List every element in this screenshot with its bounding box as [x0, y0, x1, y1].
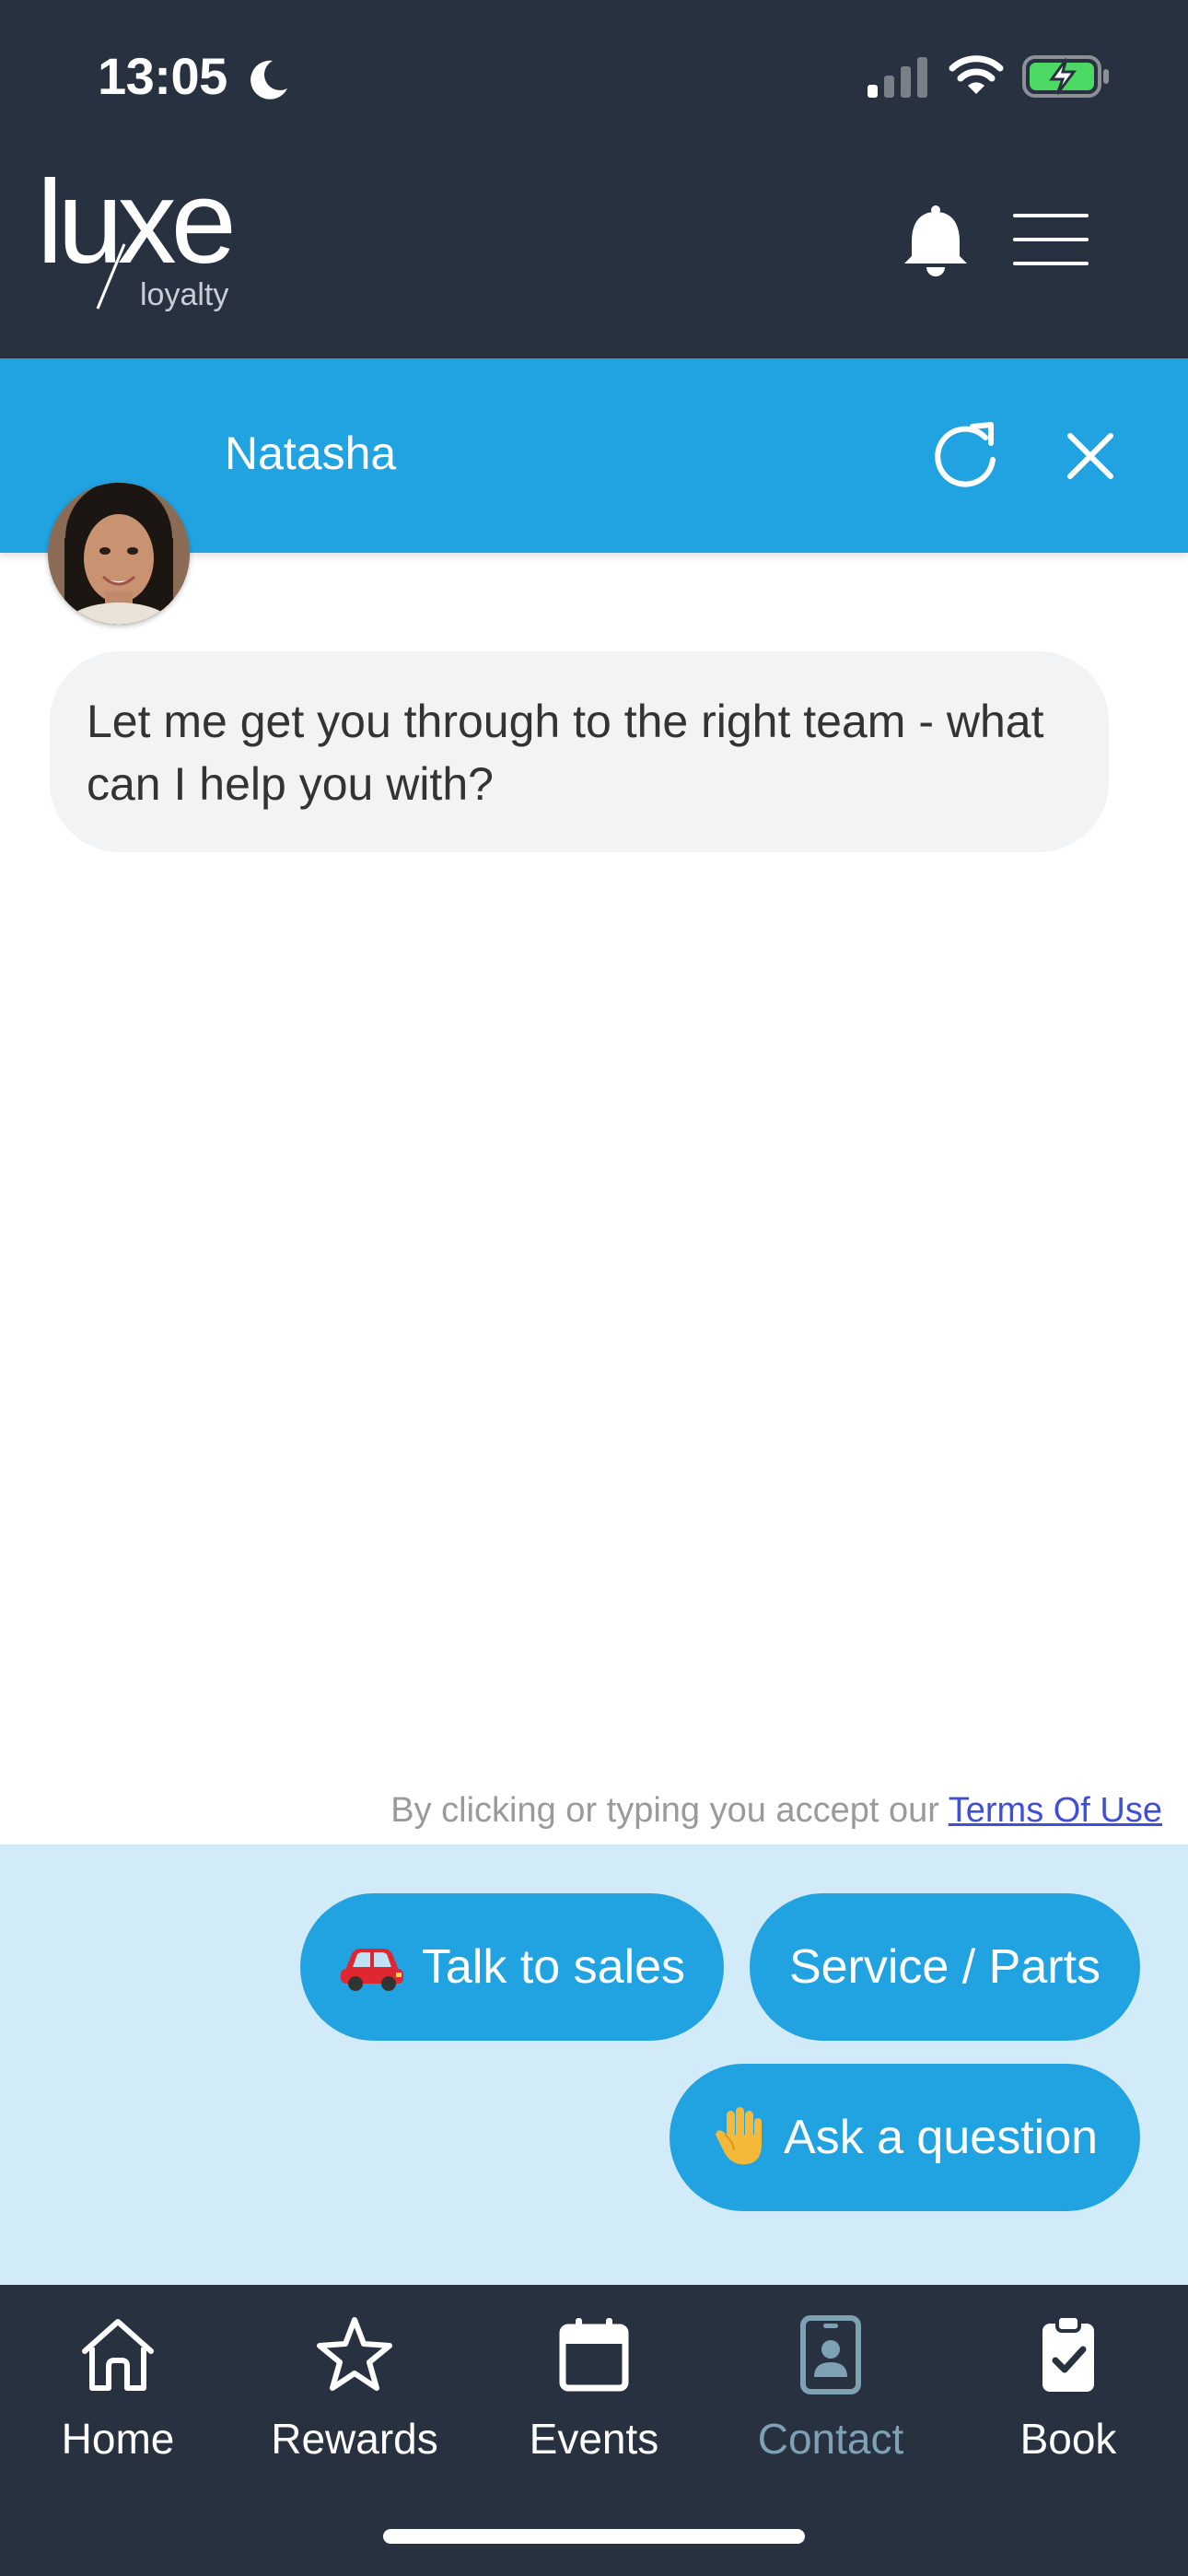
terms-notice: By clicking or typing you accept our Ter…: [390, 1791, 1162, 1831]
home-icon: [82, 2319, 154, 2391]
nav-events-label: Events: [529, 2415, 659, 2463]
luxe-loyalty-logo: luxe loyalty: [37, 170, 238, 312]
nav-contact[interactable]: Contact: [720, 2311, 941, 2464]
signal-icon: [868, 57, 927, 98]
nav-book-label: Book: [1019, 2415, 1117, 2463]
status-time: 13:05: [98, 47, 227, 105]
service-parts-label: Service / Parts: [788, 1940, 1101, 1994]
nav-rewards[interactable]: Rewards: [244, 2311, 465, 2464]
terms-of-use-link[interactable]: Terms Of Use: [949, 1791, 1162, 1830]
star-icon: [317, 2317, 392, 2391]
svg-text:loyalty: loyalty: [140, 277, 228, 312]
car-icon: [340, 1949, 403, 1991]
wifi-icon: [949, 55, 1004, 94]
agent-avatar: [48, 483, 190, 625]
ask-a-question-label: Ask a question: [783, 2111, 1099, 2164]
home-indicator[interactable]: [383, 2529, 805, 2544]
talk-to-sales-button[interactable]: Talk to sales: [300, 1893, 724, 2041]
nav-rewards-label: Rewards: [271, 2415, 438, 2463]
hamburger-menu-icon[interactable]: [1013, 214, 1089, 265]
close-icon[interactable]: [1066, 432, 1114, 480]
agent-name: Natasha: [225, 427, 397, 479]
refresh-icon[interactable]: [932, 417, 1002, 491]
nav-home[interactable]: Home: [7, 2311, 228, 2464]
app-top-bar: 13:05 luxe loyalty: [0, 0, 1188, 358]
nav-events[interactable]: Events: [483, 2311, 705, 2464]
agent-message-bubble: Let me get you through to the right team…: [50, 651, 1109, 852]
contact-card-icon: [800, 2315, 861, 2395]
terms-text: By clicking or typing you accept our: [390, 1791, 949, 1830]
moon-icon: [250, 60, 287, 100]
nav-contact-label: Contact: [757, 2415, 904, 2463]
clipboard-check-icon: [1042, 2314, 1094, 2392]
ask-a-question-button[interactable]: Ask a question: [670, 2064, 1140, 2211]
talk-to-sales-label: Talk to sales: [421, 1940, 686, 1994]
nav-book[interactable]: Book: [958, 2311, 1179, 2464]
calendar-icon: [559, 2318, 629, 2392]
bell-icon[interactable]: [901, 205, 971, 276]
battery-charging-icon: [1022, 55, 1109, 98]
svg-text:luxe: luxe: [37, 170, 232, 288]
raised-hand-icon: [715, 2107, 762, 2165]
quick-replies-area: Talk to sales Service / Parts Ask a ques…: [0, 1844, 1188, 2285]
service-parts-button[interactable]: Service / Parts: [750, 1893, 1140, 2041]
nav-home-label: Home: [61, 2415, 175, 2463]
